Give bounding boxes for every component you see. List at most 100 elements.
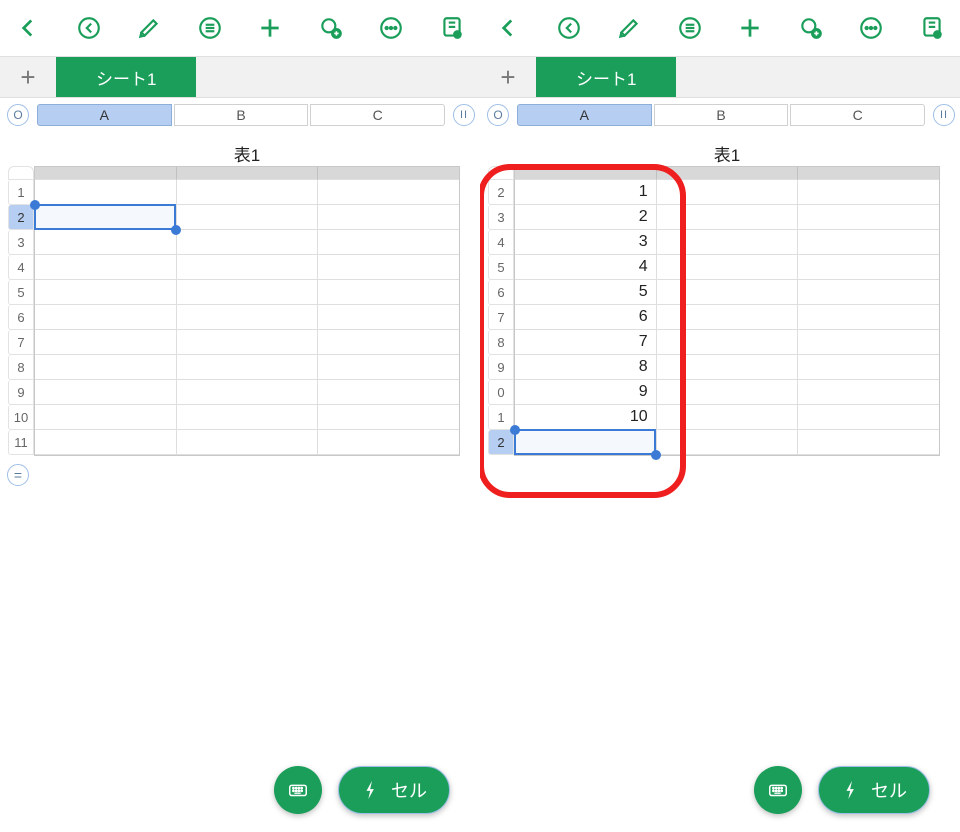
col-header-c[interactable]: C [310,104,445,126]
cell[interactable] [657,180,799,205]
cell[interactable] [318,330,459,355]
cells[interactable] [34,166,460,456]
brush-icon[interactable] [609,8,649,48]
row-header[interactable]: 10 [8,405,34,430]
cell[interactable] [657,355,799,380]
cell[interactable] [318,230,459,255]
cell[interactable] [177,405,319,430]
add-sheet-button[interactable]: + [480,57,536,97]
row-header[interactable]: 11 [8,430,34,455]
row-header[interactable]: 6 [488,280,514,305]
cell[interactable] [177,305,319,330]
add-sheet-button[interactable]: + [0,57,56,97]
share-icon[interactable] [791,8,831,48]
cell[interactable] [798,205,939,230]
row-header[interactable]: 3 [488,205,514,230]
cell[interactable]: 3 [515,230,657,255]
row-header[interactable]: 4 [8,255,34,280]
cell[interactable] [318,205,459,230]
sheet-tab-active[interactable]: シート1 [536,57,676,97]
keyboard-button[interactable] [274,766,322,814]
row-header[interactable]: 2 [8,205,34,230]
more-icon[interactable] [851,8,891,48]
cell[interactable] [515,430,657,455]
cell[interactable] [798,280,939,305]
note-icon[interactable] [912,8,952,48]
cell[interactable] [657,380,799,405]
cell[interactable] [35,305,177,330]
col-jump-button[interactable]: II [453,104,475,126]
cell[interactable] [798,230,939,255]
row-header[interactable]: 2 [488,430,514,455]
col-jump-button[interactable]: II [933,104,955,126]
cell[interactable] [657,305,799,330]
cell[interactable]: 9 [515,380,657,405]
row-header[interactable]: 7 [488,305,514,330]
cell[interactable] [318,355,459,380]
col-header-b[interactable]: B [174,104,309,126]
cell[interactable] [318,280,459,305]
row-header[interactable]: 8 [8,355,34,380]
row-jump-button[interactable]: O [7,104,29,126]
cell[interactable] [318,255,459,280]
cell[interactable] [177,430,319,455]
cell[interactable] [657,230,799,255]
cell[interactable] [657,405,799,430]
cell[interactable]: 8 [515,355,657,380]
cell[interactable]: 4 [515,255,657,280]
cell[interactable] [318,180,459,205]
cell[interactable] [798,255,939,280]
col-header-a[interactable]: A [37,104,172,126]
add-icon[interactable] [250,8,290,48]
row-header[interactable]: 6 [8,305,34,330]
cell[interactable] [35,330,177,355]
cell[interactable] [657,280,799,305]
cell[interactable] [177,280,319,305]
list-icon[interactable] [670,8,710,48]
brush-icon[interactable] [129,8,169,48]
cell[interactable] [35,355,177,380]
back-icon[interactable] [8,8,48,48]
cell[interactable] [177,180,319,205]
col-header-c[interactable]: C [790,104,925,126]
col-header-a[interactable]: A [517,104,652,126]
cell[interactable] [318,305,459,330]
cell[interactable]: 7 [515,330,657,355]
cell[interactable] [657,205,799,230]
cell[interactable] [177,355,319,380]
cell[interactable] [657,430,799,455]
row-header[interactable]: 1 [8,180,34,205]
more-icon[interactable] [371,8,411,48]
cell[interactable] [177,205,319,230]
list-icon[interactable] [190,8,230,48]
cell[interactable] [798,330,939,355]
cell[interactable] [177,255,319,280]
cell[interactable] [318,430,459,455]
note-icon[interactable] [432,8,472,48]
cell[interactable] [318,380,459,405]
row-header[interactable]: 3 [8,230,34,255]
cell[interactable] [35,405,177,430]
undo-icon[interactable] [69,8,109,48]
cell[interactable]: 6 [515,305,657,330]
cell[interactable] [657,255,799,280]
undo-icon[interactable] [549,8,589,48]
row-header[interactable]: 5 [8,280,34,305]
cell[interactable] [798,305,939,330]
row-header[interactable]: 1 [488,405,514,430]
add-icon[interactable] [730,8,770,48]
cell-button[interactable]: セル [338,766,450,814]
cell-button[interactable]: セル [818,766,930,814]
cell[interactable] [798,380,939,405]
share-icon[interactable] [311,8,351,48]
sheet-tab-active[interactable]: シート1 [56,57,196,97]
cell[interactable] [177,330,319,355]
cell[interactable] [35,255,177,280]
cell[interactable]: 10 [515,405,657,430]
cell[interactable] [35,430,177,455]
cell[interactable] [177,380,319,405]
cell[interactable]: 1 [515,180,657,205]
row-header[interactable]: 2 [488,180,514,205]
row-header[interactable]: 5 [488,255,514,280]
cell[interactable] [798,405,939,430]
